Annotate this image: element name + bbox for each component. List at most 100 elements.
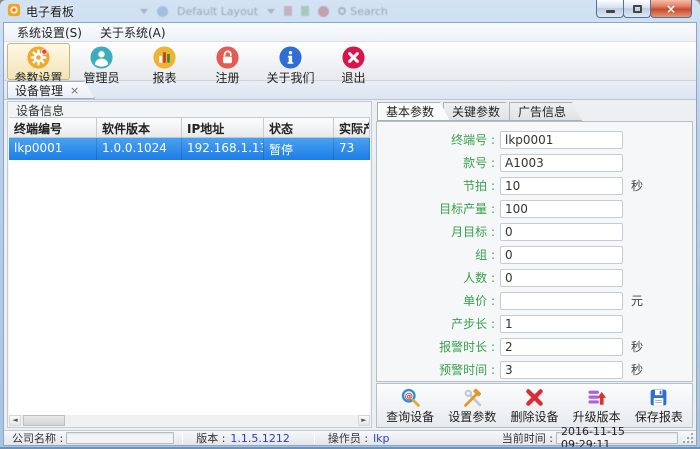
report-chart-icon [153, 46, 176, 72]
column-header-version[interactable]: 软件版本 [97, 118, 182, 137]
style-no-field[interactable] [500, 154, 623, 172]
query-device-button[interactable]: @ 查询设备 [379, 387, 441, 424]
terminal-field[interactable] [500, 131, 623, 149]
params-panel: 基本参数 关键参数 广告信息 终端号 : 款号 : [376, 101, 693, 428]
app-icon [7, 3, 21, 20]
action-label: 升级版本 [573, 411, 621, 424]
company-value-box [66, 432, 174, 444]
set-params-button[interactable]: 设置参数 [441, 387, 503, 424]
column-header-output[interactable]: 实际产量 [334, 118, 370, 137]
field-alarm-duration: 报警时长 : 秒 [377, 335, 692, 358]
field-unit: 秒 [631, 361, 643, 378]
save-report-button[interactable]: 保存报表 [628, 387, 690, 424]
operator-label: 操作员 : [328, 430, 368, 446]
action-bar: @ 查询设备 设置参数 删除设备 [376, 383, 693, 428]
toolbar-button-param-settings[interactable]: 参数设置 [7, 43, 70, 80]
column-header-terminal[interactable]: 终端编号 [9, 118, 97, 137]
ghost-icon [284, 6, 292, 16]
minimize-button[interactable] [596, 0, 624, 18]
app-window: 电子看板 Default Layout Search × 系统设置(S) 关于系… [0, 0, 700, 449]
statusbar-divider [182, 433, 183, 444]
column-header-ip[interactable]: IP地址 [182, 118, 264, 137]
field-label: 月目标 : [377, 223, 495, 240]
close-tab-icon[interactable]: × [70, 84, 79, 97]
title-bar[interactable]: 电子看板 Default Layout Search × [0, 0, 700, 22]
about-info-icon [279, 46, 302, 72]
upgrade-version-button[interactable]: 升级版本 [566, 387, 628, 424]
resize-grip[interactable] [683, 433, 693, 443]
current-time-value: 2016-11-15 09:29:11 [556, 432, 678, 444]
unit-price-field[interactable] [500, 292, 623, 310]
menu-bar: 系统设置(S) 关于系统(A) [4, 23, 696, 42]
group-field[interactable] [500, 246, 623, 264]
toolbar-button-about[interactable]: 关于我们 [259, 43, 322, 80]
warning-time-field[interactable] [500, 361, 623, 379]
toolbar-label: 退出 [341, 72, 365, 85]
toolbar-button-register[interactable]: 注册 [196, 43, 259, 80]
field-label: 人数 : [377, 269, 495, 286]
close-icon: × [666, 2, 676, 16]
save-report-icon [648, 387, 669, 411]
cell-ip: 192.168.1.131 [182, 138, 264, 160]
tab-key-params[interactable]: 关键参数 [443, 102, 516, 121]
tab-device-management[interactable]: 设备管理 × [7, 81, 95, 99]
target-output-field[interactable] [500, 200, 623, 218]
field-label: 终端号 : [377, 131, 495, 148]
field-unit: 秒 [631, 177, 643, 194]
field-unit: 元 [631, 292, 643, 309]
device-table: 终端编号 软件版本 IP地址 状态 实际产量 lkp0001 1.0.0.102… [9, 117, 370, 415]
takt-field[interactable] [500, 177, 623, 195]
chevron-down-icon [140, 9, 148, 14]
field-unit: 秒 [631, 338, 643, 355]
monthly-target-field[interactable] [500, 223, 623, 241]
main-toolbar: 参数设置 管理员 报表 注册 [4, 42, 696, 81]
toolbar-button-admin[interactable]: 管理员 [70, 43, 133, 80]
toolbar-button-report[interactable]: 报表 [133, 43, 196, 80]
menu-system-settings[interactable]: 系统设置(S) [8, 22, 91, 43]
device-info-panel: 设备信息 终端编号 软件版本 IP地址 状态 实际产量 lkp0001 1.0.… [7, 101, 372, 428]
field-label: 单价 : [377, 292, 495, 309]
params-form: 终端号 : 款号 : 节拍 : 秒 目标产 [376, 121, 693, 382]
people-count-field[interactable] [500, 269, 623, 287]
status-bar: 公司名称 : 版本 : 1.1.5.1212 操作员 : lkp 当前时间 : … [4, 430, 696, 445]
close-button[interactable]: × [650, 0, 692, 18]
cell-version: 1.0.0.1024 [97, 138, 182, 160]
exit-icon [342, 46, 365, 72]
table-row[interactable]: lkp0001 1.0.0.1024 192.168.1.131 暂停 73 [9, 138, 370, 160]
minimize-icon [606, 10, 615, 13]
toolbar-button-exit[interactable]: 退出 [322, 43, 385, 80]
field-label: 预警时间 : [377, 361, 495, 378]
field-style-no: 款号 : [377, 151, 692, 174]
column-header-status[interactable]: 状态 [264, 118, 334, 137]
admin-user-icon [90, 46, 113, 72]
scroll-left-arrow[interactable]: ◄ [9, 415, 21, 426]
search-device-icon: @ [400, 387, 421, 411]
window-title: 电子看板 [26, 3, 74, 20]
operator-value: lkp [373, 432, 389, 445]
scroll-right-arrow[interactable]: ► [358, 415, 370, 426]
field-unit-price: 单价 : 元 [377, 289, 692, 312]
cell-status: 暂停 [264, 138, 334, 160]
tab-ad-info[interactable]: 广告信息 [509, 102, 582, 121]
field-label: 产步长 : [377, 315, 495, 332]
version-label: 版本 : [196, 430, 225, 446]
toolbar-label: 报表 [152, 72, 176, 85]
delete-device-button[interactable]: 删除设备 [503, 387, 565, 424]
field-group: 组 : [377, 243, 692, 266]
horizontal-scrollbar[interactable]: ◄ ► [9, 415, 370, 426]
scrollbar-thumb[interactable] [23, 415, 65, 426]
main-area: 设备信息 终端编号 软件版本 IP地址 状态 实际产量 lkp0001 1.0.… [4, 100, 696, 430]
alarm-duration-field[interactable] [500, 338, 623, 356]
record-icon [318, 6, 329, 17]
tab-basic-params[interactable]: 基本参数 [377, 102, 450, 121]
maximize-button[interactable] [623, 0, 651, 18]
cell-output: 73 [334, 138, 370, 160]
table-header-row: 终端编号 软件版本 IP地址 状态 实际产量 [9, 118, 370, 138]
menu-about-system[interactable]: 关于系统(A) [91, 22, 175, 43]
step-field[interactable] [500, 315, 623, 333]
toolbar-label: 关于我们 [266, 72, 314, 85]
register-lock-icon [216, 46, 239, 72]
current-time-label: 当前时间 : [502, 430, 553, 446]
field-label: 报警时长 : [377, 338, 495, 355]
svg-text:@: @ [404, 391, 412, 401]
